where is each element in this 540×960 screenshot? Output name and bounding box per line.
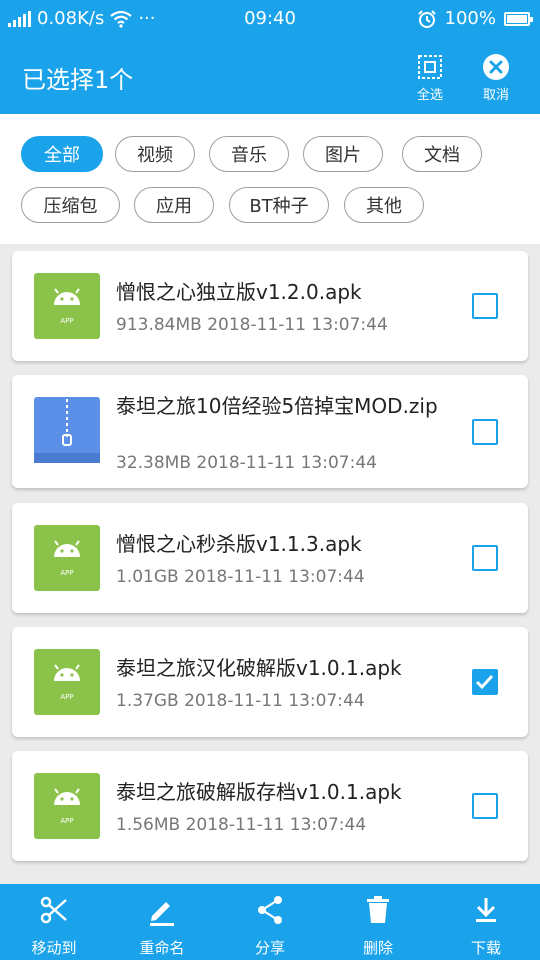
file-date: 2018-11-11 13:07:44 <box>207 315 388 335</box>
share-label: 分享 <box>254 939 285 957</box>
file-meta: 1.01GB 2018-11-11 13:07:44 <box>116 567 365 587</box>
filter-music-chip[interactable]: 音乐 <box>209 136 289 172</box>
apk-icon-label: APP <box>60 693 73 701</box>
file-meta: 1.56MB 2018-11-11 13:07:44 <box>116 815 366 835</box>
filter-image-chip[interactable]: 图片 <box>303 136 383 172</box>
select-all-button[interactable]: 全选 <box>400 52 460 103</box>
battery-percent: 100% <box>444 8 496 29</box>
file-checkbox[interactable] <box>472 293 498 319</box>
pencil-icon <box>150 902 174 926</box>
file-checkbox[interactable] <box>472 545 498 571</box>
rename-label: 重命名 <box>139 939 185 957</box>
download-icon <box>476 898 496 922</box>
battery-icon <box>504 11 533 26</box>
android-apk-icon: APP <box>34 525 100 591</box>
android-apk-icon: APP <box>34 773 100 839</box>
file-meta: 913.84MB 2018-11-11 13:07:44 <box>116 315 388 335</box>
apk-icon-label: APP <box>60 317 73 325</box>
file-checkbox-checked[interactable] <box>472 669 498 695</box>
filter-document-chip[interactable]: 文档 <box>402 136 482 172</box>
delete-label: 删除 <box>362 939 393 957</box>
trash-icon <box>367 896 389 923</box>
filter-other-chip[interactable]: 其他 <box>344 187 424 223</box>
bottom-action-bar: 移动到 重命名 分享 删除 下载 <box>0 884 540 960</box>
select-all-label: 全选 <box>416 88 443 103</box>
apk-icon-label: APP <box>60 569 73 577</box>
android-apk-icon: APP <box>34 649 100 715</box>
file-item[interactable]: APP 泰坦之旅破解版存档v1.0.1.apk 1.56MB 2018-11-1… <box>12 751 528 861</box>
file-meta: 32.38MB 2018-11-11 13:07:44 <box>116 453 377 473</box>
file-checkbox[interactable] <box>472 793 498 819</box>
file-meta: 1.37GB 2018-11-11 13:07:44 <box>116 691 365 711</box>
file-date: 2018-11-11 13:07:44 <box>196 453 377 473</box>
file-name: 憎恨之心秒杀版v1.1.3.apk <box>116 532 362 556</box>
file-item[interactable]: APP 泰坦之旅汉化破解版v1.0.1.apk 1.37GB 2018-11-1… <box>12 627 528 737</box>
file-item[interactable]: 泰坦之旅10倍经验5倍掉宝MOD.zip 32.38MB 2018-11-11 … <box>12 375 528 488</box>
page-title: 已选择1个 <box>22 66 134 94</box>
file-size: 1.56MB <box>116 815 181 835</box>
file-date: 2018-11-11 13:07:44 <box>184 567 365 587</box>
zip-archive-icon <box>34 397 100 463</box>
checkmark-icon <box>475 674 494 690</box>
filter-bt-chip[interactable]: BT种子 <box>229 187 329 223</box>
move-to-button[interactable]: 移动到 <box>0 884 108 960</box>
filter-all-chip[interactable]: 全部 <box>21 136 103 172</box>
file-size: 32.38MB <box>116 453 191 473</box>
file-name: 泰坦之旅汉化破解版v1.0.1.apk <box>116 656 402 680</box>
file-item[interactable]: APP 憎恨之心独立版v1.2.0.apk 913.84MB 2018-11-1… <box>12 251 528 361</box>
filter-video-chip[interactable]: 视频 <box>115 136 195 172</box>
download-label: 下载 <box>470 939 501 957</box>
file-date: 2018-11-11 13:07:44 <box>184 691 365 711</box>
rename-button[interactable]: 重命名 <box>108 884 216 960</box>
file-name: 憎恨之心独立版v1.2.0.apk <box>116 280 362 304</box>
download-button[interactable]: 下载 <box>432 884 540 960</box>
header: 已选择1个 全选 取消 <box>0 38 540 114</box>
file-date: 2018-11-11 13:07:44 <box>185 815 367 835</box>
file-name: 泰坦之旅10倍经验5倍掉宝MOD.zip <box>116 394 438 418</box>
share-button[interactable]: 分享 <box>216 884 324 960</box>
apk-icon-label: APP <box>60 817 73 825</box>
filter-archive-chip[interactable]: 压缩包 <box>21 187 120 223</box>
alarm-icon <box>417 9 436 28</box>
select-all-icon <box>418 55 442 79</box>
file-checkbox[interactable] <box>472 419 498 445</box>
scissors-icon <box>40 896 67 924</box>
android-apk-icon: APP <box>34 273 100 339</box>
close-icon <box>483 54 509 80</box>
move-to-label: 移动到 <box>31 939 77 957</box>
share-icon <box>258 896 282 924</box>
file-item[interactable]: APP 憎恨之心秒杀版v1.1.3.apk 1.01GB 2018-11-11 … <box>12 503 528 613</box>
filter-app-chip[interactable]: 应用 <box>134 187 214 223</box>
file-size: 913.84MB <box>116 315 202 335</box>
filter-bar: 全部 视频 音乐 图片 文档 压缩包 应用 BT种子 其他 <box>0 114 540 244</box>
cancel-button[interactable]: 取消 <box>466 52 526 103</box>
status-bar: 0.08K/s ··· 09:40 100% <box>0 0 540 38</box>
file-list: APP 憎恨之心独立版v1.2.0.apk 913.84MB 2018-11-1… <box>0 244 540 884</box>
file-size: 1.01GB <box>116 567 179 587</box>
file-name: 泰坦之旅破解版存档v1.0.1.apk <box>116 780 402 804</box>
cancel-label: 取消 <box>482 88 509 103</box>
file-size: 1.37GB <box>116 691 179 711</box>
delete-button[interactable]: 删除 <box>324 884 432 960</box>
